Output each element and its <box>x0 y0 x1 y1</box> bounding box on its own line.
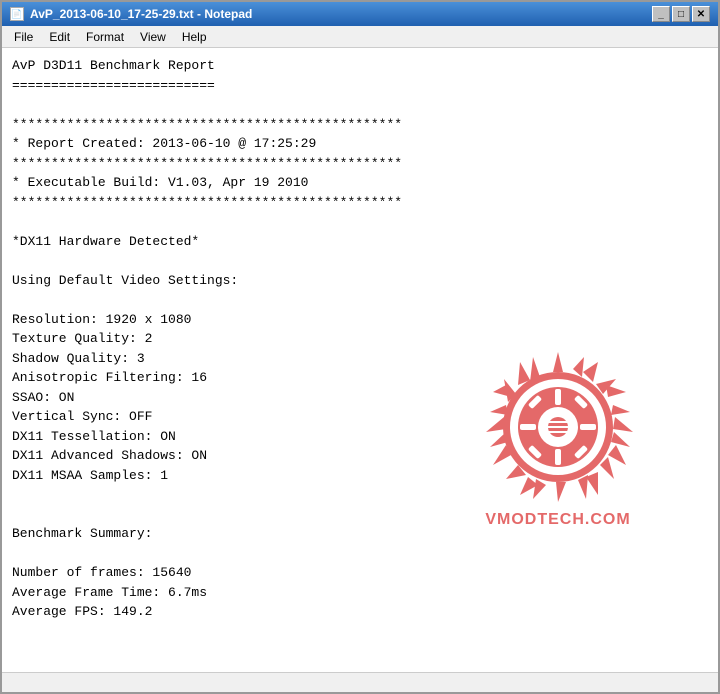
menu-file[interactable]: File <box>6 28 41 46</box>
window-title: AvP_2013-06-10_17-25-29.txt - Notepad <box>30 7 252 21</box>
menu-help[interactable]: Help <box>174 28 215 46</box>
menu-bar: File Edit Format View Help <box>2 26 718 48</box>
menu-format[interactable]: Format <box>78 28 132 46</box>
menu-edit[interactable]: Edit <box>41 28 78 46</box>
logo-text: VMODTECH.COM <box>485 511 630 529</box>
text-area[interactable]: AvP D3D11 Benchmark Report =============… <box>2 48 718 672</box>
minimize-button[interactable]: _ <box>652 6 670 22</box>
logo-svg <box>478 347 638 507</box>
app-icon: 📄 <box>10 7 24 21</box>
title-bar: 📄 AvP_2013-06-10_17-25-29.txt - Notepad … <box>2 2 718 26</box>
menu-view[interactable]: View <box>132 28 174 46</box>
maximize-button[interactable]: □ <box>672 6 690 22</box>
title-bar-buttons: _ □ ✕ <box>652 6 710 22</box>
logo-overlay: VMODTECH.COM <box>458 338 658 538</box>
title-bar-left: 📄 AvP_2013-06-10_17-25-29.txt - Notepad <box>10 7 252 21</box>
status-bar <box>2 672 718 692</box>
notepad-window: 📄 AvP_2013-06-10_17-25-29.txt - Notepad … <box>0 0 720 694</box>
close-button[interactable]: ✕ <box>692 6 710 22</box>
